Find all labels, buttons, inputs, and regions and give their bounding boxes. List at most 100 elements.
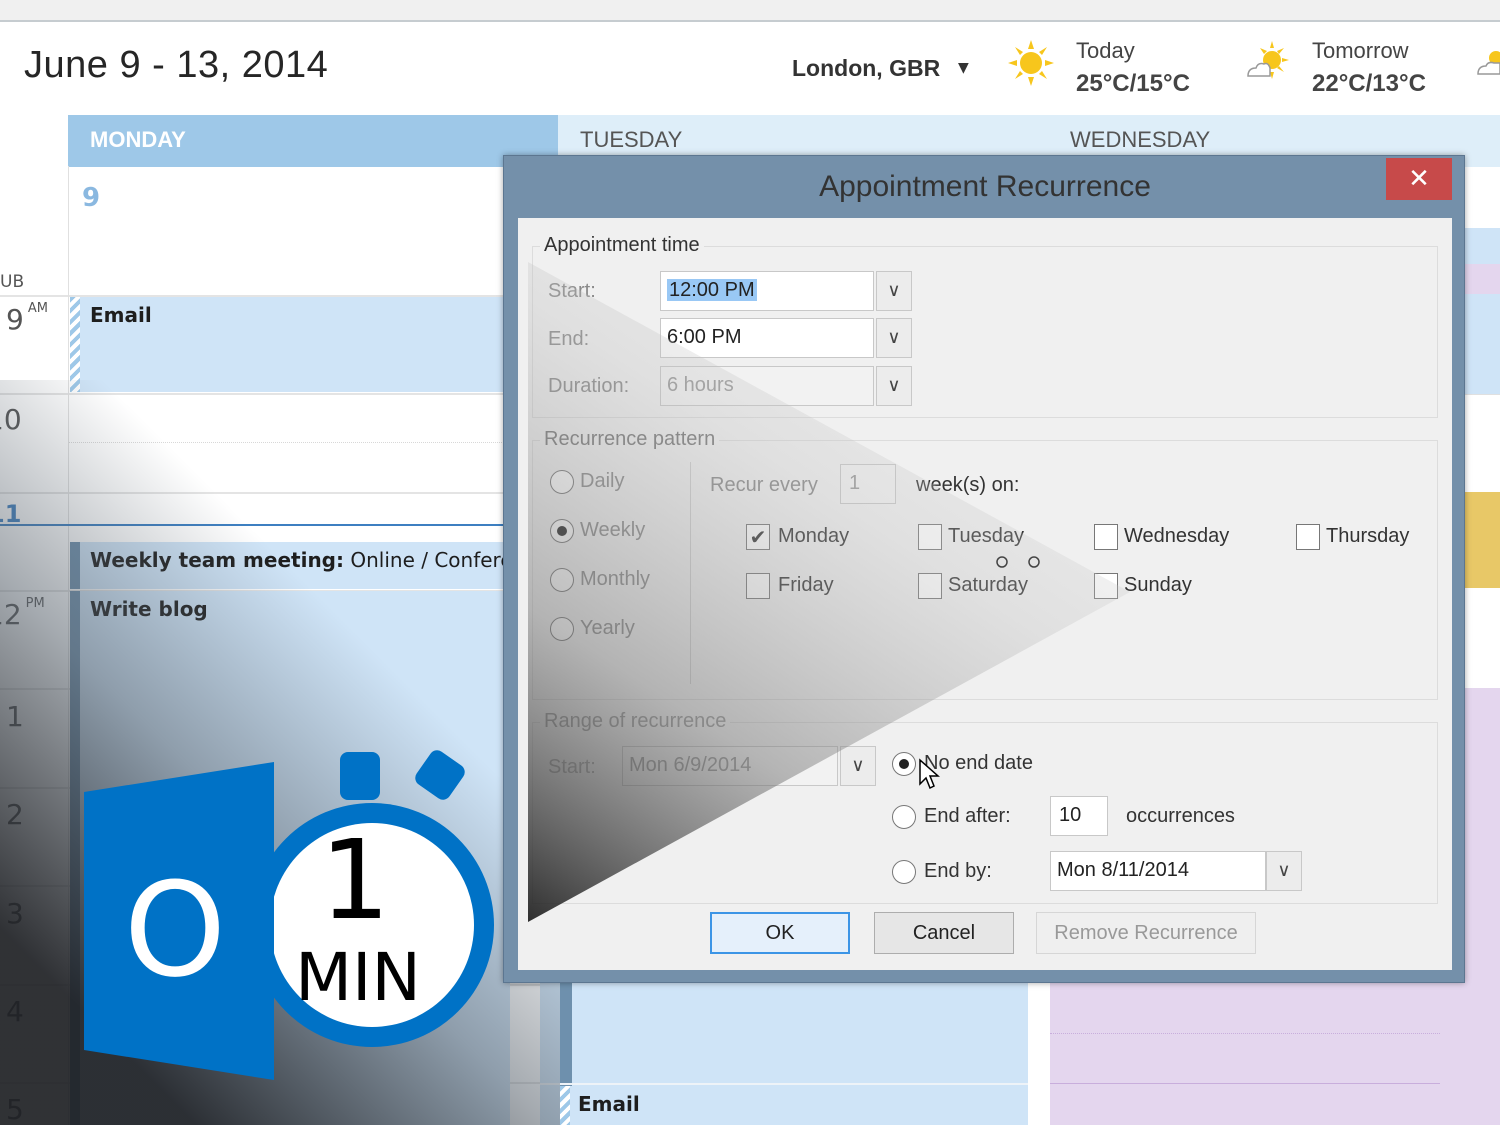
thursday-label[interactable]: Thursday: [1326, 525, 1409, 548]
event-email-tuesday[interactable]: Email: [560, 1086, 1028, 1125]
appointment-time-legend: Appointment time: [540, 234, 704, 257]
day-header-monday[interactable]: MONDAY: [68, 115, 558, 167]
chevron-down-icon: ∨: [851, 755, 865, 776]
hour-label: 9 AM: [6, 301, 48, 336]
event-email[interactable]: Email: [70, 297, 510, 392]
event-weekly-team-meeting[interactable]: Weekly team meeting: Online / Conferenc: [70, 542, 510, 589]
radio-no-end-date[interactable]: [892, 752, 916, 776]
event-write-blog[interactable]: Write blog: [70, 591, 510, 1125]
checkbox-thursday[interactable]: [1296, 524, 1320, 550]
start-time-input[interactable]: 12:00 PM: [660, 271, 874, 311]
timezone-label: UB: [0, 272, 25, 292]
current-time-line: [0, 524, 505, 526]
weather-today-temps: 25°C/15°C: [1076, 70, 1190, 97]
end-time-input[interactable]: 6:00 PM: [660, 318, 874, 358]
checkbox-tuesday[interactable]: [918, 524, 942, 550]
daily-label[interactable]: Daily: [580, 470, 624, 493]
radio-yearly[interactable]: [550, 617, 574, 641]
appointment-recurrence-dialog: Appointment Recurrence ✕ Appointment tim…: [503, 155, 1465, 983]
end-after-label[interactable]: End after:: [924, 805, 1011, 828]
radio-end-by[interactable]: [892, 860, 916, 884]
day-number-monday[interactable]: 9: [82, 183, 100, 213]
ok-button[interactable]: OK: [710, 912, 850, 954]
mouse-cursor-icon: [919, 758, 940, 790]
chevron-down-icon: ∨: [1277, 860, 1291, 881]
recurrence-pattern-legend: Recurrence pattern: [540, 428, 720, 451]
checkbox-wednesday[interactable]: [1094, 524, 1118, 550]
yearly-label[interactable]: Yearly: [580, 617, 635, 640]
checkbox-monday[interactable]: ✔: [746, 524, 770, 550]
time-column: 9AM 10 11 12PM 1 2 3 4 5: [0, 295, 68, 1125]
weather-today-label: Today: [1076, 38, 1135, 63]
chevron-down-icon: ∨: [887, 375, 901, 396]
occurrences-label: occurrences: [1126, 805, 1235, 827]
location-dropdown-icon[interactable]: ▼: [958, 60, 969, 76]
event-wednesday-purple[interactable]: [1050, 983, 1500, 1125]
tentative-bar: [70, 297, 80, 392]
radio-daily[interactable]: [550, 470, 574, 494]
half-hour-line: [1050, 1033, 1500, 1034]
tentative-bar: [560, 1086, 570, 1125]
radio-end-after[interactable]: [892, 805, 916, 829]
busy-bar: [70, 542, 80, 589]
location-selector[interactable]: London, GBR: [792, 55, 940, 82]
monday-label[interactable]: Monday: [778, 525, 849, 548]
radio-weekly[interactable]: [550, 519, 574, 543]
friday-label[interactable]: Friday: [778, 574, 834, 597]
close-button[interactable]: ✕: [1386, 158, 1452, 200]
hour-label: 2: [6, 798, 24, 831]
recur-every-input[interactable]: 1: [840, 464, 896, 504]
hour-line: [0, 393, 560, 395]
range-start-input[interactable]: Mon 6/9/2014: [622, 746, 838, 786]
weather-tomorrow-temps: 22°C/13°C: [1312, 70, 1426, 97]
end-by-label[interactable]: End by:: [924, 860, 992, 883]
duration-input[interactable]: 6 hours: [660, 366, 874, 406]
end-by-input[interactable]: Mon 8/11/2014: [1050, 851, 1266, 891]
weekly-label[interactable]: Weekly: [580, 519, 645, 542]
cancel-button[interactable]: Cancel: [874, 912, 1014, 954]
column-divider: [68, 166, 69, 1125]
weather-tomorrow-label: Tomorrow: [1312, 38, 1409, 63]
hour-label: 3: [6, 897, 24, 930]
end-time-label: End:: [548, 328, 590, 350]
checkmark-icon: ✔: [749, 525, 767, 549]
occurrences-input[interactable]: 10: [1050, 796, 1108, 836]
hour-line: [540, 1083, 1028, 1085]
weeks-on-label: week(s) on:: [916, 474, 1020, 496]
checkbox-sunday[interactable]: [1094, 573, 1118, 599]
hour-label: 1: [6, 700, 24, 733]
hour-label: 10: [0, 403, 22, 436]
pattern-separator: [690, 462, 691, 684]
duration-dropdown-button[interactable]: ∨: [876, 366, 912, 406]
end-by-dropdown-button[interactable]: ∨: [1266, 851, 1302, 891]
wednesday-label[interactable]: Wednesday: [1124, 525, 1229, 548]
remove-recurrence-button[interactable]: Remove Recurrence: [1036, 912, 1256, 954]
recur-every-label: Recur every: [710, 474, 818, 496]
saturday-label[interactable]: Saturday: [948, 574, 1028, 597]
partly-cloudy-icon: [1247, 41, 1289, 79]
radio-monthly[interactable]: [550, 568, 574, 592]
day-header-tuesday[interactable]: TUESDAY: [580, 127, 682, 153]
range-start-label: Start:: [548, 756, 596, 778]
checkbox-friday[interactable]: [746, 573, 770, 599]
range-start-dropdown-button[interactable]: ∨: [840, 746, 876, 786]
duration-label: Duration:: [548, 375, 630, 397]
hour-label: 5: [6, 1093, 24, 1125]
hour-label: 4: [6, 995, 24, 1028]
busy-bar: [70, 591, 80, 1125]
day-header-wednesday[interactable]: WEDNESDAY: [1070, 127, 1210, 153]
half-hour-line: [68, 442, 560, 443]
end-time-dropdown-button[interactable]: ∨: [876, 318, 912, 358]
sun-icon: [1008, 40, 1054, 86]
hour-line: [1050, 1083, 1500, 1084]
dialog-body: Appointment time Start: 12:00 PM ∨ End: …: [518, 218, 1452, 970]
checkbox-saturday[interactable]: [918, 573, 942, 599]
window-top-strip: [0, 0, 1500, 22]
tuesday-label[interactable]: Tuesday: [948, 525, 1024, 548]
hour-line: [0, 492, 560, 494]
start-time-dropdown-button[interactable]: ∨: [876, 271, 912, 311]
date-range-title: June 9 - 13, 2014: [24, 44, 329, 86]
sunday-label[interactable]: Sunday: [1124, 574, 1192, 597]
monthly-label[interactable]: Monthly: [580, 568, 650, 591]
no-end-date-label[interactable]: No end date: [924, 752, 1033, 775]
